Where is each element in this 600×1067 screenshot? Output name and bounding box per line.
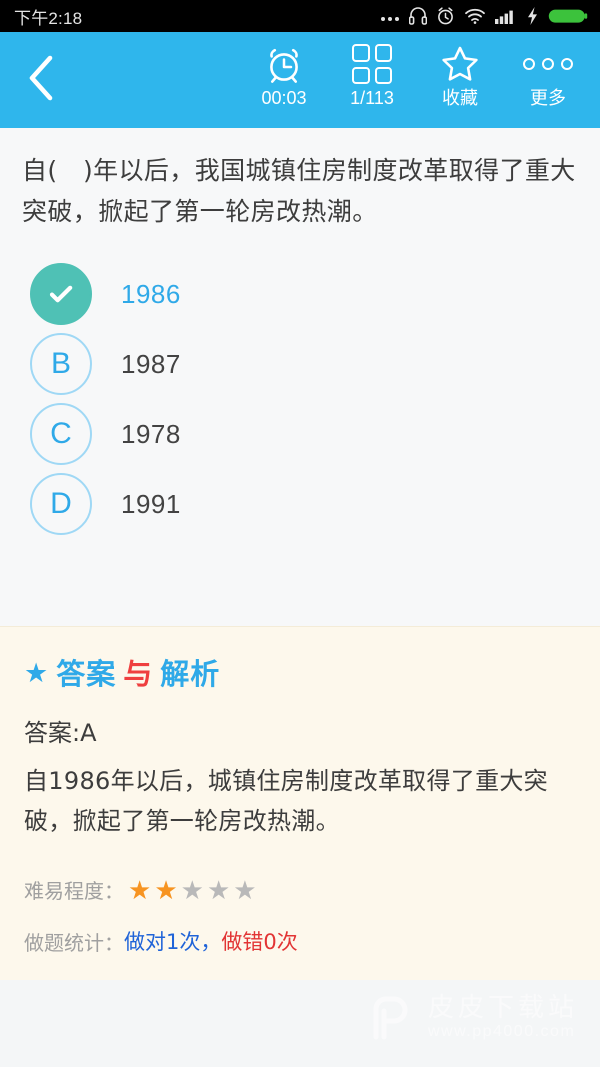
timer-button[interactable]: 00:03 bbox=[240, 32, 328, 128]
option-c-letter: C bbox=[50, 417, 72, 450]
watermark-text: 皮皮下载站 www.pp4000.com bbox=[428, 992, 578, 1042]
option-d-marker[interactable]: D bbox=[30, 473, 92, 535]
option-row-d[interactable]: D 1991 bbox=[0, 469, 600, 539]
difficulty-label: 难易程度： bbox=[24, 879, 124, 903]
favorite-label: 收藏 bbox=[442, 88, 478, 108]
stats-wrong: 做错0次 bbox=[221, 930, 298, 954]
difficulty-stars: ★ ★ ★ ★ ★ bbox=[128, 877, 257, 903]
option-c-text: 1978 bbox=[121, 418, 181, 449]
stats-correct: 做对1次 bbox=[124, 930, 201, 954]
quiz-screen: 下午2:18 00:03 1/113 收藏 更多 自()年以后，我国城镇住房制… bbox=[0, 0, 600, 1067]
alarm-icon bbox=[436, 6, 455, 26]
wifi-icon bbox=[464, 7, 486, 25]
star-outline-icon bbox=[439, 41, 481, 87]
question-area: 自( )年以后，我国城镇住房制度改革取得了重大突破，掀起了第一轮房改热潮。 bbox=[0, 128, 600, 232]
star-empty-icon: ★ bbox=[180, 874, 204, 905]
favorite-button[interactable]: 收藏 bbox=[416, 32, 504, 128]
stats-values: 做对1次，做错0次 bbox=[124, 926, 298, 956]
star-filled-icon: ★ bbox=[154, 874, 178, 905]
footer-area: 皮皮下载站 www.pp4000.com bbox=[0, 980, 600, 1067]
stats-label: 做题统计： bbox=[24, 930, 124, 955]
headphone-icon bbox=[409, 6, 427, 26]
answer-panel-title: ★ 答案 与 解析 bbox=[24, 657, 576, 691]
star-empty-icon: ★ bbox=[233, 874, 257, 905]
more-dots-icon bbox=[523, 41, 573, 87]
back-chevron-icon bbox=[25, 53, 59, 108]
alarm-clock-icon bbox=[263, 41, 305, 87]
option-a-text: 1986 bbox=[121, 278, 181, 309]
option-b-letter: B bbox=[50, 347, 71, 380]
watermark-url: www.pp4000.com bbox=[427, 1023, 576, 1040]
answer-panel: ★ 答案 与 解析 答案:A 自1986年以后，城镇住房制度改革取得了重大突破，… bbox=[0, 626, 600, 980]
watermark-name: 皮皮下载站 bbox=[427, 992, 578, 1022]
header-actions: 00:03 1/113 收藏 更多 bbox=[240, 32, 600, 128]
star-filled-icon: ★ bbox=[128, 874, 152, 905]
check-icon bbox=[49, 285, 73, 303]
question-index-button[interactable]: 1/113 bbox=[328, 32, 416, 128]
option-c-marker[interactable]: C bbox=[30, 403, 92, 465]
difficulty-row: 难易程度： ★ ★ ★ ★ ★ bbox=[24, 875, 576, 904]
stats-row: 做题统计： 做对1次，做错0次 bbox=[24, 926, 576, 956]
more-label: 更多 bbox=[530, 88, 566, 108]
star-empty-icon: ★ bbox=[206, 874, 231, 905]
answer-title-part2: 与 bbox=[123, 657, 154, 691]
pp-logo-icon bbox=[362, 989, 418, 1045]
status-bar: 下午2:18 bbox=[0, 0, 600, 32]
option-b-text: 1987 bbox=[121, 348, 181, 379]
stats-separator: ， bbox=[200, 930, 222, 954]
watermark: 皮皮下载站 www.pp4000.com bbox=[362, 989, 578, 1045]
question-index-label: 1/113 bbox=[350, 88, 394, 108]
question-text: 自( )年以后，我国城镇住房制度改革取得了重大突破，掀起了第一轮房改热潮。 bbox=[22, 156, 576, 226]
option-row-c[interactable]: C 1978 bbox=[0, 399, 600, 469]
more-dots-icon bbox=[380, 7, 400, 25]
options-list: 1986 B 1987 C 1978 D 1991 bbox=[0, 232, 600, 626]
status-bar-icons bbox=[380, 6, 588, 26]
answer-title-part3: 解析 bbox=[160, 657, 221, 691]
app-header: 00:03 1/113 收藏 更多 bbox=[0, 32, 600, 128]
back-button[interactable] bbox=[0, 32, 84, 128]
option-a-marker[interactable] bbox=[30, 263, 92, 325]
more-button[interactable]: 更多 bbox=[504, 32, 592, 128]
charging-bolt-icon bbox=[526, 6, 539, 26]
option-row-b[interactable]: B 1987 bbox=[0, 329, 600, 399]
star-icon: ★ bbox=[24, 658, 50, 689]
status-bar-time: 下午2:18 bbox=[14, 8, 83, 28]
signal-icon bbox=[495, 7, 517, 25]
option-d-letter: D bbox=[50, 487, 72, 520]
answer-key: 答案:A bbox=[24, 719, 97, 747]
battery-icon bbox=[548, 6, 588, 26]
answer-title-part1: 答案 bbox=[56, 657, 117, 691]
answer-explanation: 自1986年以后，城镇住房制度改革取得了重大突破，掀起了第一轮房改热潮。 bbox=[24, 767, 548, 835]
grid-icon bbox=[352, 41, 392, 87]
timer-label: 00:03 bbox=[261, 88, 307, 108]
option-row-a[interactable]: 1986 bbox=[0, 259, 600, 329]
option-b-marker[interactable]: B bbox=[30, 333, 92, 395]
option-d-text: 1991 bbox=[121, 488, 181, 519]
